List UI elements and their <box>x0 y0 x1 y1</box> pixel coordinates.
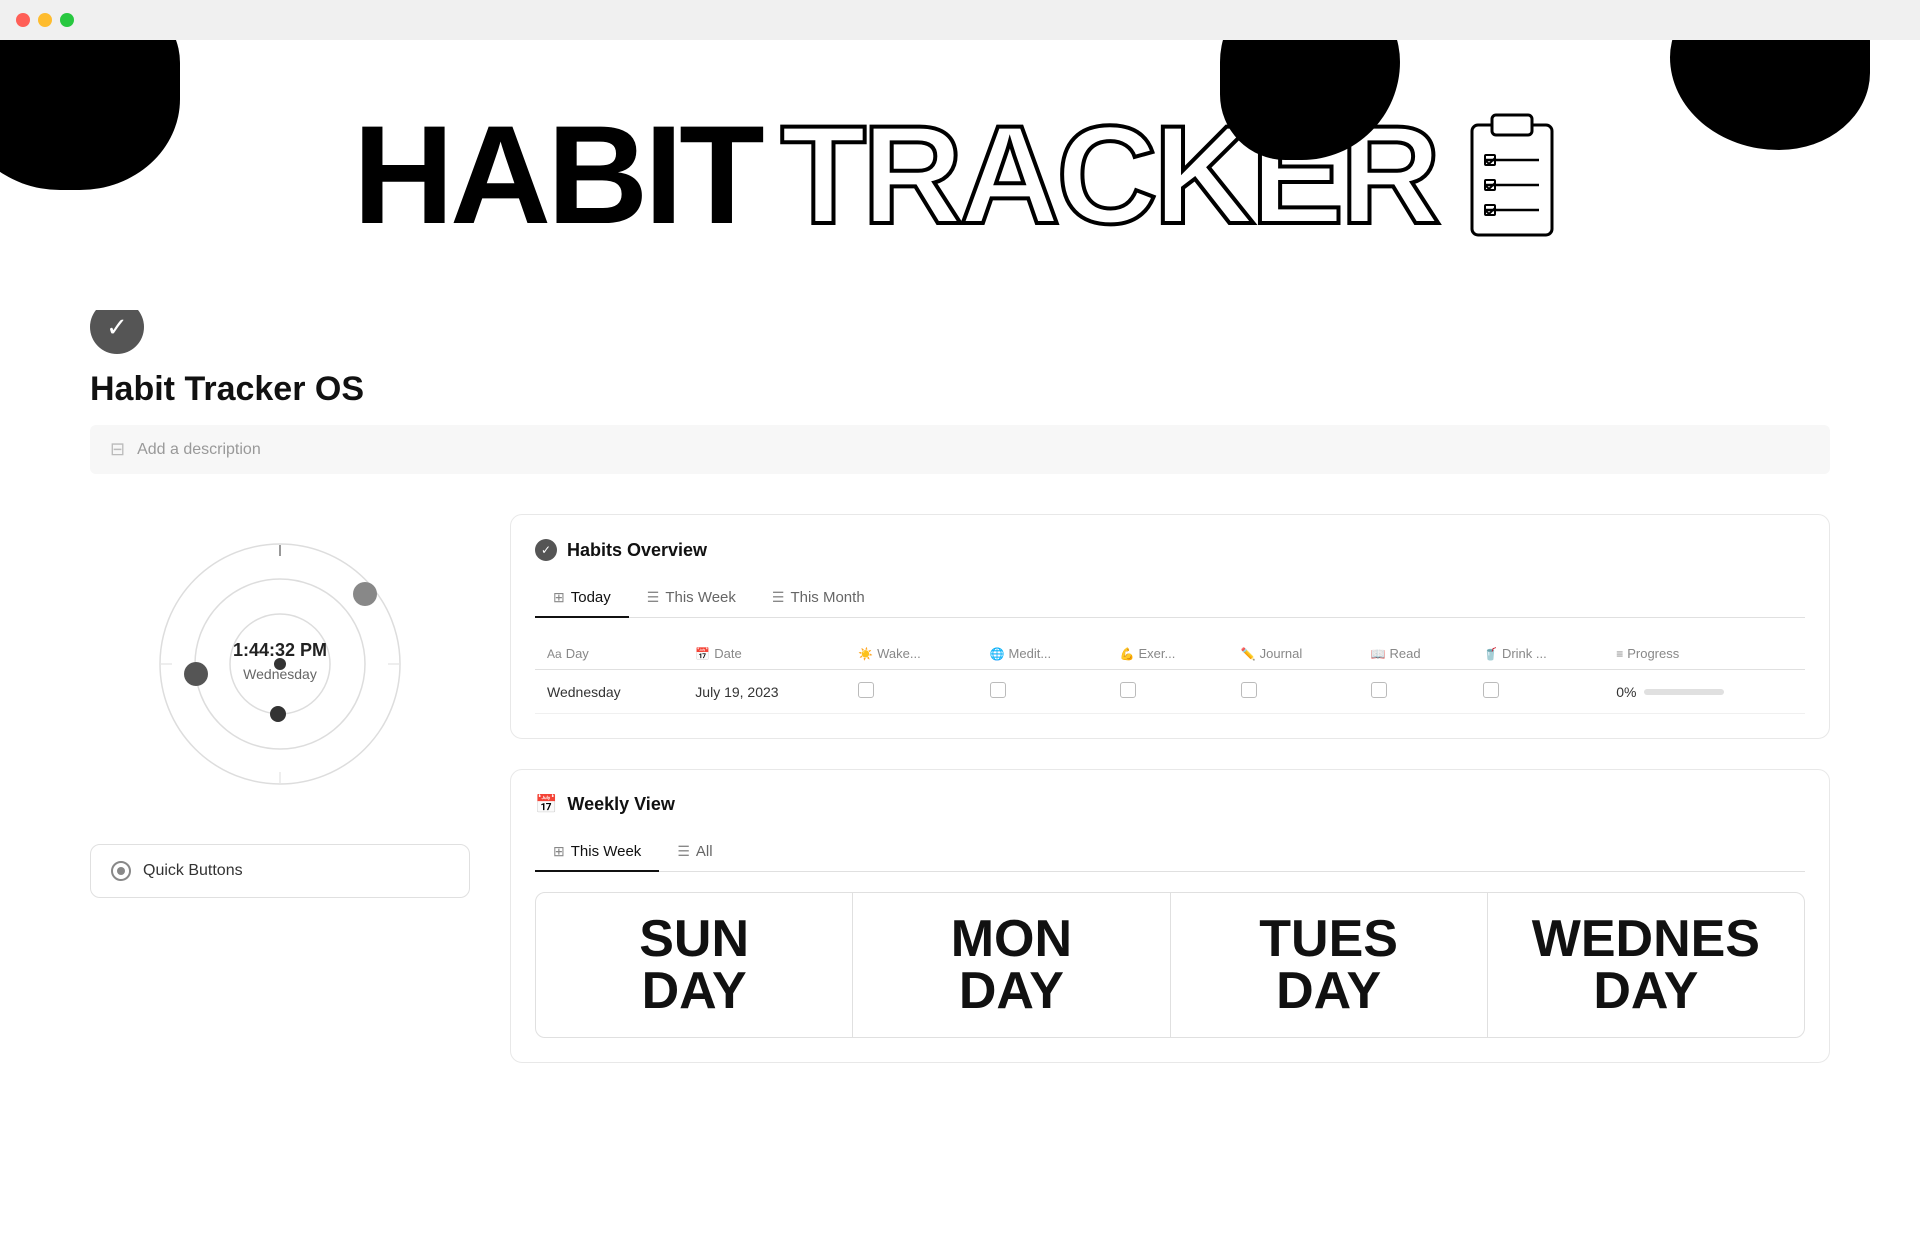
col-read: 📖Read <box>1359 638 1471 670</box>
weekly-grid: SUNDAY MONDAY TUESDAY WEDNESDAY <box>535 892 1805 1038</box>
habits-table: AaDay 📅Date ☀️Wake... 🌐Medit... <box>535 638 1805 714</box>
description-placeholder: Add a description <box>137 441 261 459</box>
col-day: AaDay <box>535 638 683 670</box>
tab-this-month-icon: ☰ <box>772 589 785 606</box>
cell-meditate[interactable] <box>978 670 1108 714</box>
progress-bar-bg <box>1644 689 1724 695</box>
titlebar <box>0 0 1920 40</box>
blob-top-left <box>0 40 180 190</box>
table-row: Wednesday July 19, 2023 0% <box>535 670 1805 714</box>
checkbox-wake[interactable] <box>858 682 874 698</box>
cell-exercise[interactable] <box>1108 670 1229 714</box>
habits-overview-title: Habits Overview <box>567 540 707 561</box>
page-title: Habit Tracker OS <box>90 370 1830 409</box>
description-icon: ⊟ <box>110 439 125 460</box>
weekly-view-block: 📅 Weekly View ⊞ This Week ☰ All <box>510 769 1830 1063</box>
svg-text:Wednesday: Wednesday <box>243 666 317 682</box>
hero-title: HABIT TRACKER <box>353 105 1567 245</box>
page: HABIT TRACKER ✓ Ha <box>0 40 1920 1123</box>
weekly-view-title: Weekly View <box>567 794 674 815</box>
svg-text:1:44:32 PM: 1:44:32 PM <box>233 640 327 660</box>
tracker-text: TRACKER <box>781 105 1437 245</box>
day-card-monday: MONDAY <box>853 893 1170 1037</box>
tab-weekly-this-week-icon: ⊞ <box>553 843 565 860</box>
col-progress: ≡Progress <box>1604 638 1805 670</box>
tab-weekly-all-label: All <box>696 843 713 860</box>
checkbox-journal[interactable] <box>1241 682 1257 698</box>
day-name-wednesday: WEDNESDAY <box>1532 913 1760 1017</box>
tab-this-week[interactable]: ☰ This Week <box>629 579 754 618</box>
col-drink: 🥤Drink ... <box>1471 638 1604 670</box>
tab-this-month-label: This Month <box>790 589 864 606</box>
col-date: 📅Date <box>683 638 846 670</box>
col-meditate: 🌐Medit... <box>978 638 1108 670</box>
quick-buttons[interactable]: Quick Buttons <box>90 844 470 898</box>
cell-date: July 19, 2023 <box>683 670 846 714</box>
col-exercise: 💪Exer... <box>1108 638 1229 670</box>
clock-svg: 1:44:32 PM Wednesday <box>150 534 410 794</box>
tab-weekly-this-week[interactable]: ⊞ This Week <box>535 833 659 872</box>
tab-this-week-icon: ☰ <box>647 589 660 606</box>
calendar-icon: 📅 <box>535 794 557 815</box>
quick-buttons-label: Quick Buttons <box>143 862 243 880</box>
checkbox-read[interactable] <box>1371 682 1387 698</box>
cell-read[interactable] <box>1359 670 1471 714</box>
col-wake: ☀️Wake... <box>846 638 977 670</box>
close-button[interactable] <box>16 13 30 27</box>
description-bar[interactable]: ⊟ Add a description <box>90 425 1830 474</box>
hero-banner: HABIT TRACKER <box>0 40 1920 310</box>
habits-overview-check-icon: ✓ <box>535 539 557 561</box>
tab-weekly-all-icon: ☰ <box>677 843 690 860</box>
clock-widget: 1:44:32 PM Wednesday <box>90 514 470 814</box>
day-name-sunday: SUNDAY <box>639 913 749 1017</box>
habits-overview-tabs: ⊞ Today ☰ This Week ☰ This Month <box>535 579 1805 618</box>
day-card-wednesday: WEDNESDAY <box>1488 893 1804 1037</box>
tab-today[interactable]: ⊞ Today <box>535 579 629 618</box>
tab-weekly-this-week-label: This Week <box>571 843 642 860</box>
main-layout: 1:44:32 PM Wednesday Quick Buttons <box>90 514 1830 1063</box>
cell-journal[interactable] <box>1229 670 1359 714</box>
progress-value: 0% <box>1616 684 1636 700</box>
weekly-view-tabs: ⊞ This Week ☰ All <box>535 833 1805 872</box>
day-name-tuesday: TUESDAY <box>1259 913 1398 1017</box>
checkbox-drink[interactable] <box>1483 682 1499 698</box>
habits-overview-header: ✓ Habits Overview <box>535 539 1805 561</box>
maximize-button[interactable] <box>60 13 74 27</box>
weekly-view-header: 📅 Weekly View <box>535 794 1805 815</box>
day-card-sunday: SUNDAY <box>536 893 853 1037</box>
day-name-monday: MONDAY <box>951 913 1072 1017</box>
cell-progress: 0% <box>1604 670 1805 714</box>
clipboard-icon <box>1457 105 1567 245</box>
checkbox-exercise[interactable] <box>1120 682 1136 698</box>
tab-this-week-label: This Week <box>665 589 736 606</box>
blob-top-right <box>1670 40 1870 150</box>
tab-weekly-all[interactable]: ☰ All <box>659 833 730 872</box>
minimize-button[interactable] <box>38 13 52 27</box>
page-body: ✓ Habit Tracker OS ⊟ Add a description <box>0 300 1920 1123</box>
col-journal: ✏️Journal <box>1229 638 1359 670</box>
tab-this-month[interactable]: ☰ This Month <box>754 579 883 618</box>
right-panel: ✓ Habits Overview ⊞ Today ☰ This Week <box>510 514 1830 1063</box>
habits-overview-block: ✓ Habits Overview ⊞ Today ☰ This Week <box>510 514 1830 739</box>
cell-wake[interactable] <box>846 670 977 714</box>
quick-buttons-icon <box>111 861 131 881</box>
cell-day: Wednesday <box>535 670 683 714</box>
progress-cell: 0% <box>1616 684 1793 700</box>
cell-drink[interactable] <box>1471 670 1604 714</box>
habit-text: HABIT <box>353 105 761 245</box>
checkbox-meditate[interactable] <box>990 682 1006 698</box>
tab-today-icon: ⊞ <box>553 589 565 606</box>
tab-today-label: Today <box>571 589 611 606</box>
day-card-tuesday: TUESDAY <box>1171 893 1488 1037</box>
left-panel: 1:44:32 PM Wednesday Quick Buttons <box>90 514 470 898</box>
